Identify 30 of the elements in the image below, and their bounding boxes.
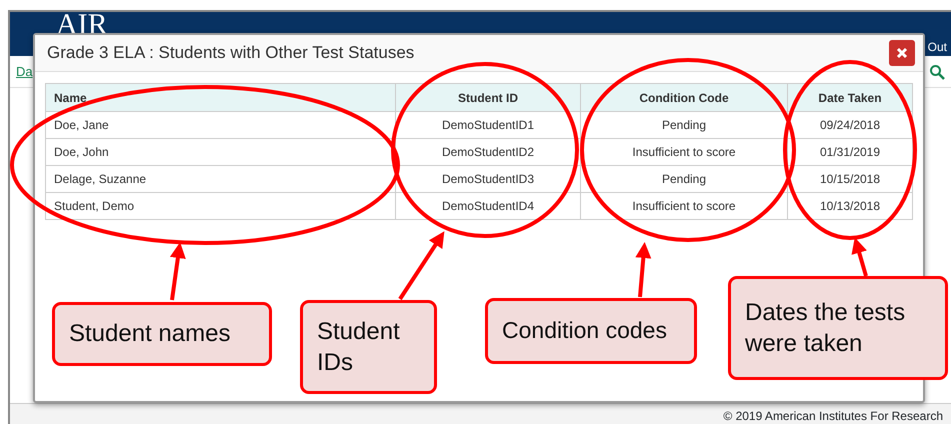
- close-button[interactable]: [889, 40, 915, 66]
- column-header: Date Taken: [788, 84, 912, 112]
- table-cell: DemoStudentID3: [396, 166, 580, 192]
- callout-arrow: [852, 237, 868, 277]
- callout-arrow: [635, 242, 652, 298]
- table-cell: 10/13/2018: [788, 192, 912, 220]
- table-cell: 01/31/2019: [788, 138, 912, 166]
- callout-label: Student names: [52, 302, 272, 366]
- close-icon: [896, 47, 908, 59]
- callout-label: Student IDs: [300, 300, 437, 394]
- table-cell: Delage, Suzanne: [46, 166, 396, 192]
- table-cell: Insufficient to score: [580, 192, 788, 220]
- callout-label: Condition codes: [485, 298, 697, 364]
- table-cell: Doe, John: [46, 138, 396, 166]
- table-cell: DemoStudentID1: [396, 112, 580, 138]
- table-cell: Student, Demo: [46, 192, 396, 220]
- search-icon[interactable]: [929, 64, 945, 80]
- table-cell: 09/24/2018: [788, 112, 912, 138]
- table-cell: Doe, Jane: [46, 112, 396, 138]
- breadcrumb-link[interactable]: Da: [16, 62, 33, 82]
- table-cell: DemoStudentID4: [396, 192, 580, 220]
- callout-arrow: [170, 242, 186, 300]
- callout-label: Dates the tests were taken: [728, 276, 948, 380]
- table-cell: Insufficient to score: [580, 138, 788, 166]
- callout-arrow: [398, 231, 444, 300]
- copyright-text: © 2019 American Institutes For Research: [10, 403, 951, 424]
- column-header: Student ID: [396, 84, 580, 112]
- modal-title: Grade 3 ELA : Students with Other Test Statuses: [47, 42, 414, 64]
- sign-out-link[interactable]: Out: [928, 38, 947, 56]
- column-header: Condition Code: [580, 84, 788, 112]
